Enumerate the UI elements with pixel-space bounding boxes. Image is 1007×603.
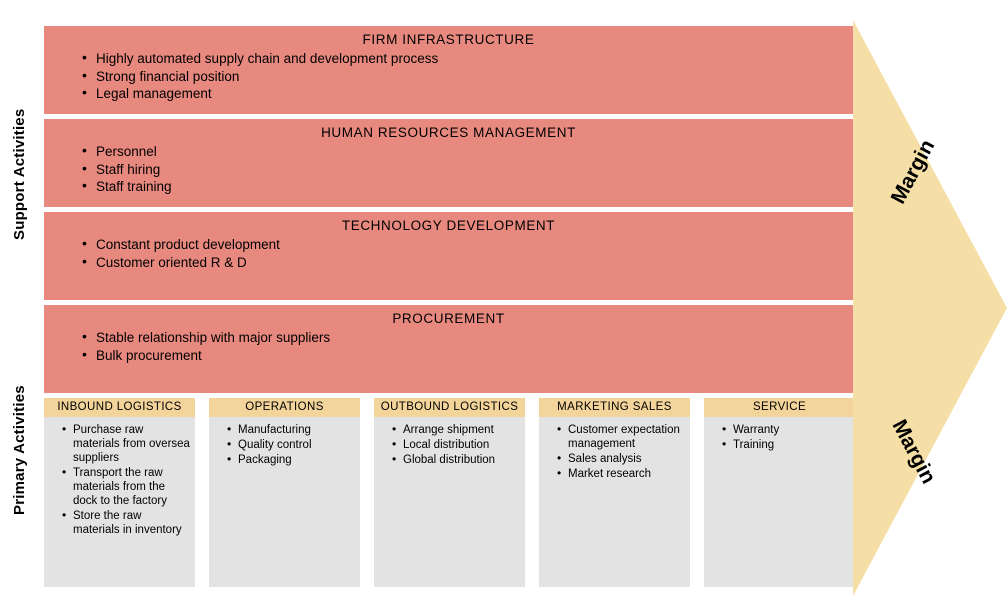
list-item: Personnel xyxy=(82,142,853,161)
list-item: Sales analysis xyxy=(557,451,686,466)
primary-column-title: OUTBOUND LOGISTICS xyxy=(374,398,525,417)
list-item: Global distribution xyxy=(392,452,521,467)
support-band-list: Personnel Staff hiring Staff training xyxy=(44,142,853,196)
support-band-list: Constant product development Customer or… xyxy=(44,235,853,272)
support-band-list: Stable relationship with major suppliers… xyxy=(44,328,853,365)
primary-column-body: Manufacturing Quality control Packaging xyxy=(209,417,360,587)
primary-column-list: Purchase raw materials from oversea supp… xyxy=(44,422,195,537)
support-band-human-resources-management: HUMAN RESOURCES MANAGEMENT Personnel Sta… xyxy=(44,119,853,207)
primary-column-list: Warranty Training xyxy=(704,422,855,452)
primary-column-inbound-logistics: INBOUND LOGISTICS Purchase raw materials… xyxy=(44,398,195,587)
primary-activities-axis-label: Primary Activities xyxy=(0,385,40,595)
list-item: Strong financial position xyxy=(82,67,853,86)
margin-arrow: Margin Margin xyxy=(853,20,1007,596)
list-item: Arrange shipment xyxy=(392,422,521,437)
support-band-procurement: PROCUREMENT Stable relationship with maj… xyxy=(44,305,853,393)
list-item: Legal management xyxy=(82,84,853,103)
list-item: Staff training xyxy=(82,177,853,196)
list-item: Customer expectation management xyxy=(557,422,686,451)
list-item: Warranty xyxy=(722,422,851,437)
primary-column-body: Customer expectation management Sales an… xyxy=(539,417,690,587)
primary-column-title: MARKETING SALES xyxy=(539,398,690,417)
list-item: Packaging xyxy=(227,452,356,467)
primary-column-service: SERVICE Warranty Training xyxy=(704,398,855,587)
support-band-list: Highly automated supply chain and develo… xyxy=(44,49,853,103)
list-item: Constant product development xyxy=(82,235,853,254)
support-band-title: TECHNOLOGY DEVELOPMENT xyxy=(341,218,556,233)
list-item: Purchase raw materials from oversea supp… xyxy=(62,422,191,465)
support-band-firm-infrastructure: FIRM INFRASTRUCTURE Highly automated sup… xyxy=(44,26,853,114)
list-item: Staff hiring xyxy=(82,160,853,179)
primary-column-body: Warranty Training xyxy=(704,417,855,587)
list-item: Quality control xyxy=(227,437,356,452)
list-item: Store the raw materials in inventory xyxy=(62,508,191,537)
list-item: Stable relationship with major suppliers xyxy=(82,328,853,347)
primary-column-body: Arrange shipment Local distribution Glob… xyxy=(374,417,525,587)
list-item: Customer oriented R & D xyxy=(82,253,853,272)
primary-column-title: SERVICE xyxy=(704,398,855,417)
primary-column-body: Purchase raw materials from oversea supp… xyxy=(44,417,195,587)
primary-column-list: Customer expectation management Sales an… xyxy=(539,422,690,481)
primary-column-outbound-logistics: OUTBOUND LOGISTICS Arrange shipment Loca… xyxy=(374,398,525,587)
list-item: Local distribution xyxy=(392,437,521,452)
list-item: Training xyxy=(722,437,851,452)
primary-column-title: INBOUND LOGISTICS xyxy=(44,398,195,417)
list-item: Manufacturing xyxy=(227,422,356,437)
primary-column-list: Arrange shipment Local distribution Glob… xyxy=(374,422,525,467)
primary-column-list: Manufacturing Quality control Packaging xyxy=(209,422,360,467)
primary-column-title: OPERATIONS xyxy=(209,398,360,417)
support-band-title: PROCUREMENT xyxy=(392,311,505,326)
support-band-title: FIRM INFRASTRUCTURE xyxy=(362,32,535,47)
primary-column-marketing-sales: MARKETING SALES Customer expectation man… xyxy=(539,398,690,587)
primary-column-operations: OPERATIONS Manufacturing Quality control… xyxy=(209,398,360,587)
support-band-title: HUMAN RESOURCES MANAGEMENT xyxy=(321,125,576,140)
list-item: Highly automated supply chain and develo… xyxy=(82,49,853,68)
list-item: Bulk procurement xyxy=(82,346,853,365)
list-item: Market research xyxy=(557,466,686,481)
support-band-technology-development: TECHNOLOGY DEVELOPMENT Constant product … xyxy=(44,212,853,300)
margin-arrow-shape xyxy=(853,20,1007,596)
list-item: Transport the raw materials from the doc… xyxy=(62,465,191,508)
value-chain-diagram: Support Activities Primary Activities FI… xyxy=(0,0,1007,603)
support-activities-axis-label: Support Activities xyxy=(0,109,40,320)
